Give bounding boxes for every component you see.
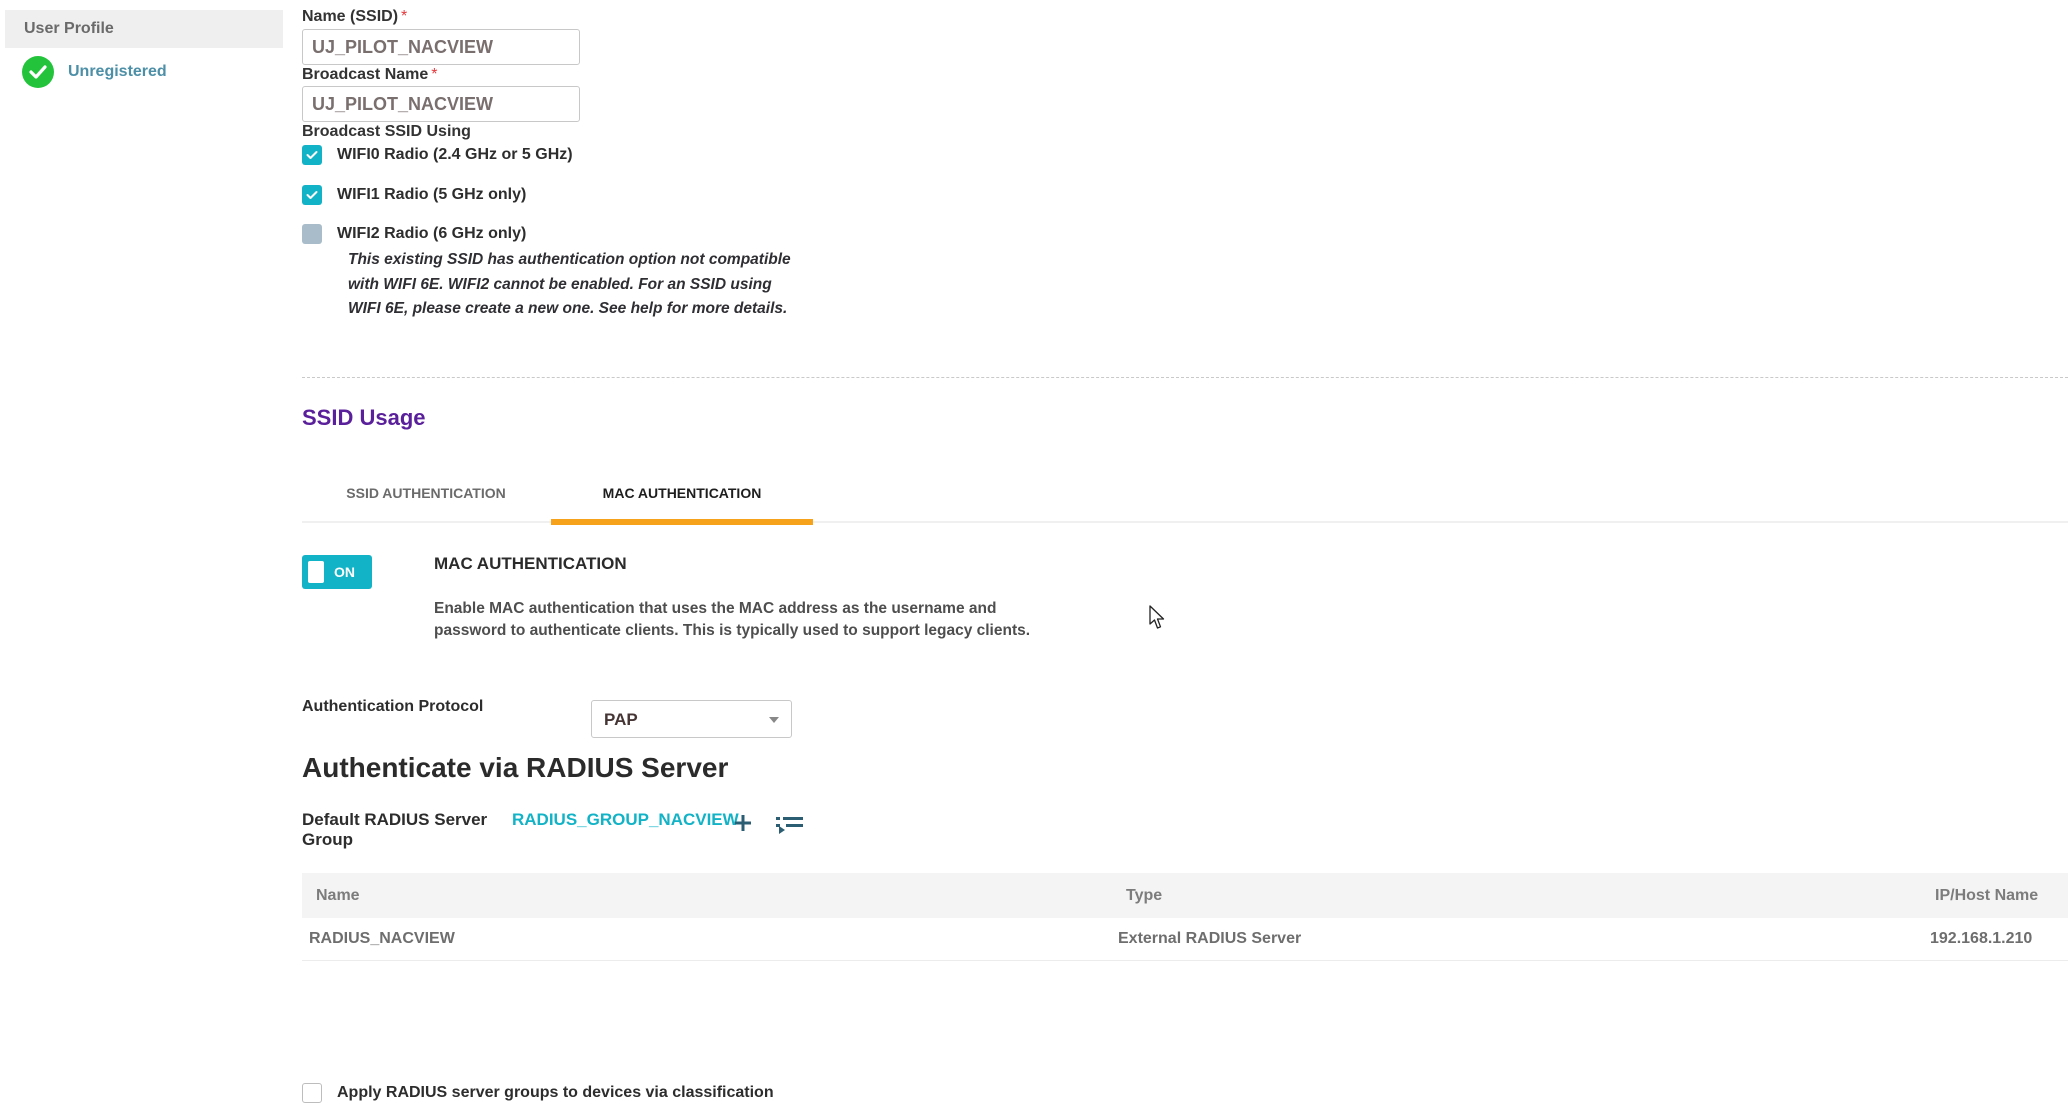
mac-auth-toggle[interactable]: ON [302,555,372,589]
radius-servers-table: Name Type IP/Host Name RADIUS_NACVIEW Ex… [302,873,2068,961]
status-label: Unregistered [68,63,167,80]
broadcast-name-input[interactable] [302,86,580,122]
mac-auth-description: Enable MAC authentication that uses the … [434,600,1031,639]
wifi2-checkbox [302,224,322,244]
list-select-icon[interactable] [775,814,805,836]
table-row[interactable]: RADIUS_NACVIEW External RADIUS Server 19… [302,918,2068,961]
wifi2-incompatibility-note: This existing SSID has authentication op… [348,251,791,317]
default-radius-group-label: Default RADIUS Server Group [302,810,488,849]
auth-protocol-select[interactable]: PAP [591,700,792,738]
broadcast-using-label: Broadcast SSID Using [302,123,471,140]
default-radius-group-link[interactable]: RADIUS_GROUP_NACVIEW [512,810,739,830]
apply-classification-option[interactable]: Apply RADIUS server groups to devices vi… [302,1083,774,1103]
wifi1-label: WIFI1 Radio (5 GHz only) [337,186,527,203]
auth-protocol-label: Authentication Protocol [302,698,484,715]
sidebar-user-profile-header[interactable]: User Profile [5,10,283,48]
ssid-usage-title: SSID Usage [302,405,426,430]
toggle-knob [308,561,324,583]
cell-name: RADIUS_NACVIEW [309,930,455,947]
apply-classification-checkbox[interactable] [302,1083,322,1103]
wifi2-label: WIFI2 Radio (6 GHz only) [337,225,527,242]
section-divider [302,377,2068,378]
mac-auth-heading: MAC AUTHENTICATION [434,554,627,573]
ssid-name-input[interactable] [302,29,580,65]
wifi1-checkbox[interactable] [302,185,322,205]
check-circle-icon [22,56,54,88]
mouse-pointer-icon [1149,605,1167,631]
radius-section-title: Authenticate via RADIUS Server [302,752,729,783]
wifi0-label: WIFI0 Radio (2.4 GHz or 5 GHz) [337,146,573,163]
required-mark: * [431,66,438,83]
broadcast-name-label-text: Broadcast Name [302,66,429,83]
ssid-name-label: Name (SSID) * [302,8,407,26]
column-header-type[interactable]: Type [1126,873,1162,918]
apply-classification-label: Apply RADIUS server groups to devices vi… [337,1084,774,1101]
wifi0-checkbox[interactable] [302,145,322,165]
wifi2-radio-option: WIFI2 Radio (6 GHz only) [302,224,526,244]
wifi0-radio-option[interactable]: WIFI0 Radio (2.4 GHz or 5 GHz) [302,145,573,165]
wifi1-radio-option[interactable]: WIFI1 Radio (5 GHz only) [302,185,526,205]
chevron-down-icon [769,717,779,723]
table-header: Name Type IP/Host Name [302,873,2068,918]
column-header-name[interactable]: Name [316,873,360,918]
plus-icon[interactable] [733,813,753,833]
cell-type: External RADIUS Server [1118,930,1302,947]
required-mark: * [401,8,408,25]
ssid-name-label-text: Name (SSID) [302,8,399,25]
auth-protocol-value: PAP [604,710,638,729]
registration-status: Unregistered [22,55,167,89]
tab-mac-authentication[interactable]: MAC AUTHENTICATION [551,470,813,525]
column-header-ip[interactable]: IP/Host Name [1935,873,2038,918]
broadcast-name-label: Broadcast Name * [302,66,438,84]
toggle-label: ON [334,564,355,580]
tab-ssid-authentication[interactable]: SSID AUTHENTICATION [302,470,550,522]
cell-ip: 192.168.1.210 [1930,930,2033,947]
